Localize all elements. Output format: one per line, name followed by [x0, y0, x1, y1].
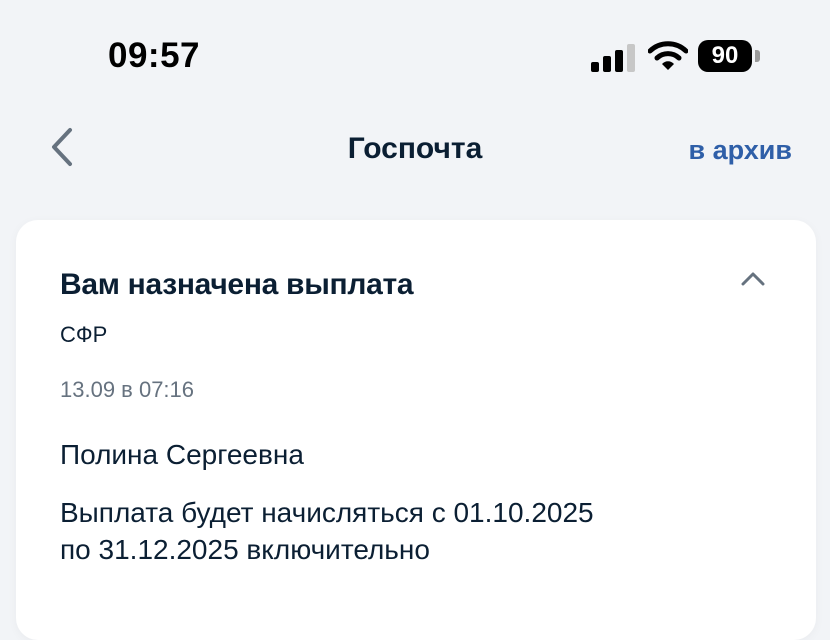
message-card: Вам назначена выплата СФР 13.09 в 07:16 …	[16, 220, 816, 640]
archive-button[interactable]: в архив	[689, 135, 792, 166]
battery-icon: 90	[698, 40, 760, 72]
message-body: Выплата будет начисляться с 01.10.2025 п…	[60, 494, 760, 568]
message-sender: СФР	[60, 322, 108, 347]
message-date: 13.09 в 07:16	[60, 377, 195, 402]
wifi-icon	[648, 41, 688, 70]
message-greeting: Полина Сергеевна	[60, 439, 304, 470]
message-body-line: по 31.12.2025 включительно	[60, 534, 430, 565]
status-bar: 09:57 90	[0, 0, 830, 110]
message-title: Вам назначена выплата	[60, 268, 414, 301]
chevron-up-icon[interactable]	[740, 270, 766, 288]
battery-cap	[755, 50, 760, 62]
status-time: 09:57	[108, 36, 201, 75]
cellular-signal-icon	[591, 44, 635, 72]
navigation-bar: Госпочта в архив	[0, 110, 830, 186]
message-body-line: Выплата будет начисляться с 01.10.2025	[60, 497, 594, 528]
battery-level: 90	[698, 40, 752, 72]
